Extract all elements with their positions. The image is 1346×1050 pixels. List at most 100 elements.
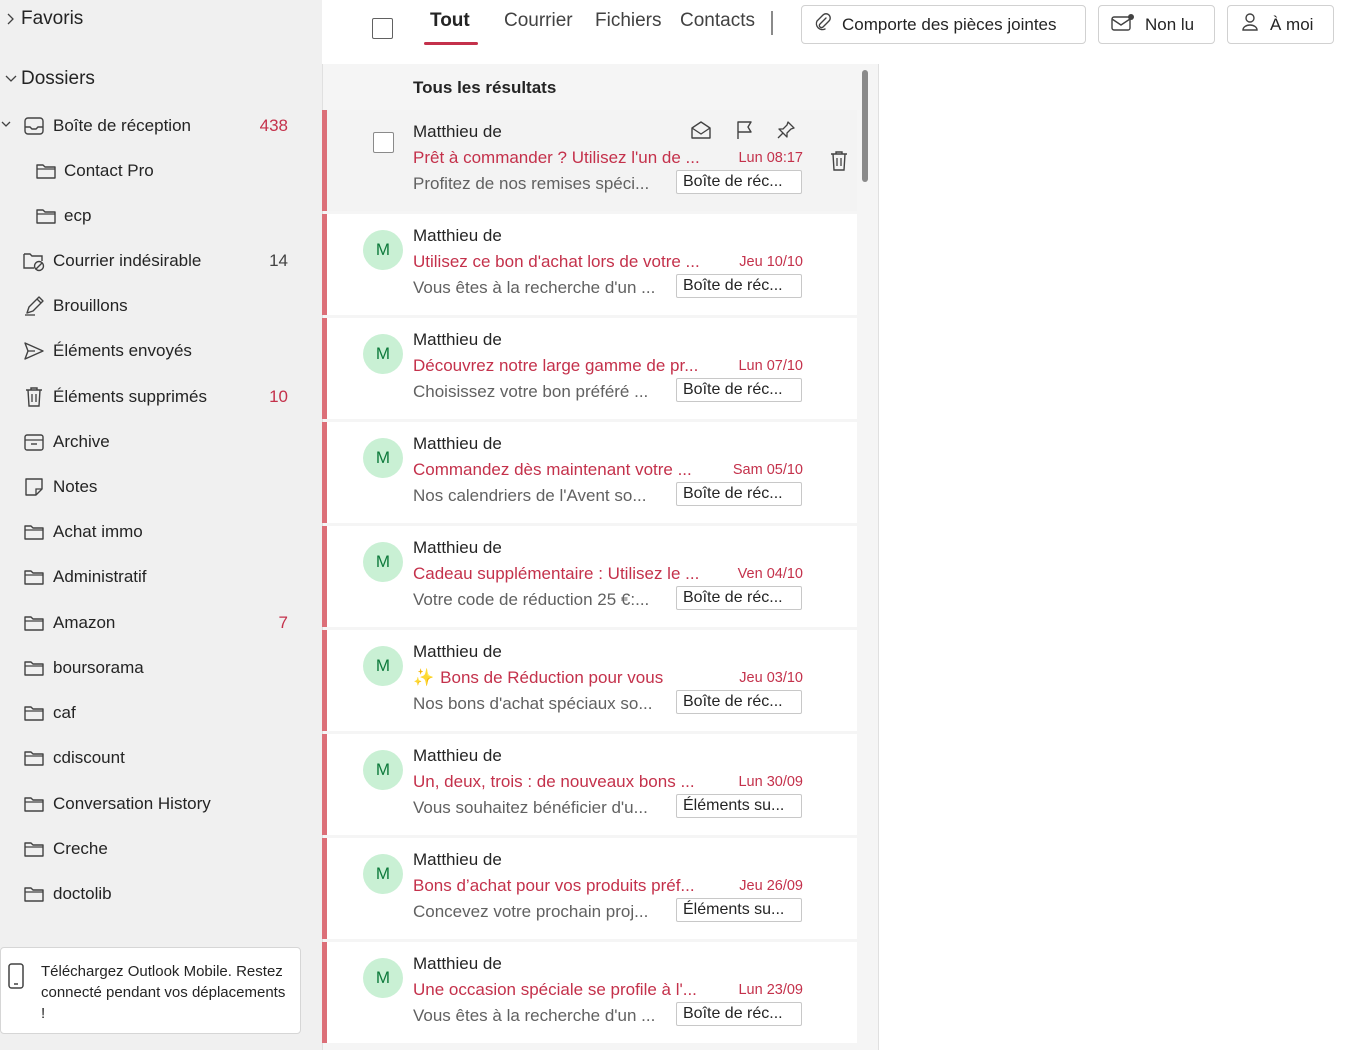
sidebar-item-contact-pro[interactable]: Contact Pro <box>0 151 310 191</box>
subject: Un, deux, trois : de nouveaux bons ... <box>413 772 695 791</box>
outlook-mobile-promo[interactable]: Téléchargez Outlook Mobile. Restez conne… <box>0 947 301 1034</box>
sidebar-item-brouillons[interactable]: Brouillons <box>0 286 310 326</box>
folder-tag[interactable]: Boîte de réc... <box>676 586 802 610</box>
folder-tag[interactable]: Boîte de réc... <box>676 274 802 298</box>
sidebar-item-boursorama[interactable]: boursorama <box>0 648 310 688</box>
sidebar-item-cdiscount[interactable]: cdiscount <box>0 738 310 778</box>
sidebar-item--l-ments-envoy-s[interactable]: Éléments envoyés <box>0 331 310 371</box>
avatar: M <box>363 334 403 374</box>
folder-tag[interactable]: Éléments su... <box>676 898 802 922</box>
sender-name: Matthieu de <box>413 850 502 869</box>
sidebar-item--l-ments-supprim-s[interactable]: Éléments supprimés 10 <box>0 377 310 417</box>
received-date: Ven 04/10 <box>737 566 803 582</box>
delete-icon[interactable] <box>828 149 850 178</box>
sender-name: Matthieu de <box>413 330 502 349</box>
folder-tag[interactable]: Boîte de réc... <box>676 378 802 402</box>
favorites-header[interactable]: Favoris <box>0 4 83 34</box>
received-date: Sam 05/10 <box>732 462 803 478</box>
sidebar-item-label: ecp <box>64 206 92 225</box>
sidebar-item-label: Achat immo <box>53 522 143 541</box>
subject: Bons d’achat pour vos produits préf... <box>413 876 695 895</box>
inbox-icon <box>22 114 46 138</box>
sidebar-item-amazon[interactable]: Amazon 7 <box>0 603 310 643</box>
sidebar-item-label: Éléments supprimés <box>53 387 208 406</box>
folder-icon <box>22 565 46 589</box>
message-row[interactable]: Matthieu de Prêt à commander ? Utilisez l… <box>322 110 857 211</box>
sender-name: Matthieu de <box>413 538 502 557</box>
message-row[interactable]: M Matthieu de ✨ Bons de Réduction pour vous… <box>322 630 857 731</box>
chevron-down-icon <box>0 75 21 83</box>
sidebar-item-label: Brouillons <box>53 296 128 315</box>
folder-icon <box>22 882 46 906</box>
sender-name: Matthieu de <box>413 434 502 453</box>
unread-count-badge: 7 <box>278 613 288 632</box>
sidebar-item-administratif[interactable]: Administratif <box>0 557 310 597</box>
tab-contacts[interactable]: Contacts <box>680 10 755 32</box>
subject: Cadeau supplémentaire : Utilisez le ... <box>413 564 700 583</box>
folder-tag[interactable]: Boîte de réc... <box>676 690 802 714</box>
message-row[interactable]: M Matthieu de Une occasion spéciale se pro… <box>322 942 857 1043</box>
mark-read-icon[interactable] <box>690 120 712 145</box>
sidebar-item-ecp[interactable]: ecp <box>0 196 310 236</box>
avatar: M <box>363 750 403 790</box>
message-row[interactable]: M Matthieu de Commandez dès maintenant vot… <box>322 422 857 523</box>
message-row[interactable]: M Matthieu de Découvrez notre large gamme … <box>322 318 857 419</box>
message-checkbox[interactable] <box>373 132 394 153</box>
message-row[interactable]: M Matthieu de Cadeau supplémentaire : Util… <box>322 526 857 627</box>
sidebar-item-creche[interactable]: Creche <box>0 829 310 869</box>
sidebar-item-bo-te-de-r-ception[interactable]: Boîte de réception 438 <box>0 106 310 146</box>
sidebar-item-achat-immo[interactable]: Achat immo <box>0 512 310 552</box>
sidebar-item-doctolib[interactable]: doctolib <box>0 874 310 914</box>
sender-name: Matthieu de <box>413 122 502 141</box>
unread-filter-button[interactable]: Non lu <box>1098 5 1215 44</box>
folder-tag[interactable]: Boîte de réc... <box>676 482 802 506</box>
message-preview: Vous souhaitez bénéficier d'u... <box>413 798 648 817</box>
sidebar-item-label: boursorama <box>53 658 144 677</box>
message-preview: Nos calendriers de l'Avent so... <box>413 486 647 505</box>
tab-files[interactable]: Fichiers <box>595 10 662 32</box>
received-date: Jeu 10/10 <box>739 254 803 270</box>
subject-text: Bons de Réduction pour vous <box>440 668 664 687</box>
to-me-filter-button[interactable]: À moi <box>1227 5 1334 44</box>
sidebar-item-label: doctolib <box>53 884 112 903</box>
sidebar-item-label: Archive <box>53 432 110 451</box>
received-date: Jeu 03/10 <box>739 670 803 686</box>
scrollbar-thumb[interactable] <box>862 70 868 182</box>
folder-tag[interactable]: Boîte de réc... <box>676 1002 802 1026</box>
subject: Prêt à commander ? Utilisez l'un de ... <box>413 148 700 167</box>
pin-icon[interactable] <box>776 120 796 145</box>
select-all-checkbox[interactable] <box>372 18 393 39</box>
sidebar-item-conversation-history[interactable]: Conversation History <box>0 784 310 824</box>
person-icon <box>1240 12 1270 37</box>
has-attachments-filter-button[interactable]: Comporte des pièces jointes <box>801 5 1086 44</box>
subject: Une occasion spéciale se profile à l'... <box>413 980 697 999</box>
phone-icon <box>7 962 25 995</box>
tab-mail[interactable]: Courrier <box>504 10 573 32</box>
unread-count-badge: 14 <box>269 251 288 270</box>
tab-all[interactable]: Tout <box>430 10 470 32</box>
sidebar-item-label: Boîte de réception <box>53 116 191 135</box>
search-filter-bar: Tout Courrier Fichiers Contacts Comporte… <box>322 0 1346 52</box>
subject: Découvrez notre large gamme de pr... <box>413 356 699 375</box>
subject: ✨ Bons de Réduction pour vous <box>413 668 718 688</box>
folder-icon <box>34 204 58 228</box>
message-row[interactable]: M Matthieu de Utilisez ce bon d'achat lors… <box>322 214 857 315</box>
folder-icon <box>22 701 46 725</box>
folder-tag[interactable]: Éléments su... <box>676 794 802 818</box>
message-preview: Vous êtes à la recherche d'un ... <box>413 1006 656 1025</box>
chevron-right-icon <box>0 13 21 25</box>
message-row[interactable]: M Matthieu de Un, deux, trois : de nouveau… <box>322 734 857 835</box>
sidebar-item-archive[interactable]: Archive <box>0 422 310 462</box>
folder-icon <box>22 611 46 635</box>
folders-header[interactable]: Dossiers <box>0 64 95 94</box>
folder-tag[interactable]: Boîte de réc... <box>676 170 802 194</box>
sidebar-item-courrier-ind-sirable[interactable]: Courrier indésirable 14 <box>0 241 310 281</box>
results-header-label: Tous les résultats <box>413 78 557 97</box>
has-attachments-label: Comporte des pièces jointes <box>842 14 1057 34</box>
message-row[interactable]: M Matthieu de Bons d’achat pour vos produi… <box>322 838 857 939</box>
sidebar-item-caf[interactable]: caf <box>0 693 310 733</box>
flag-icon[interactable] <box>734 120 754 145</box>
chevron-down-icon[interactable] <box>0 121 12 128</box>
sidebar-item-notes[interactable]: Notes <box>0 467 310 507</box>
avatar: M <box>363 230 403 270</box>
